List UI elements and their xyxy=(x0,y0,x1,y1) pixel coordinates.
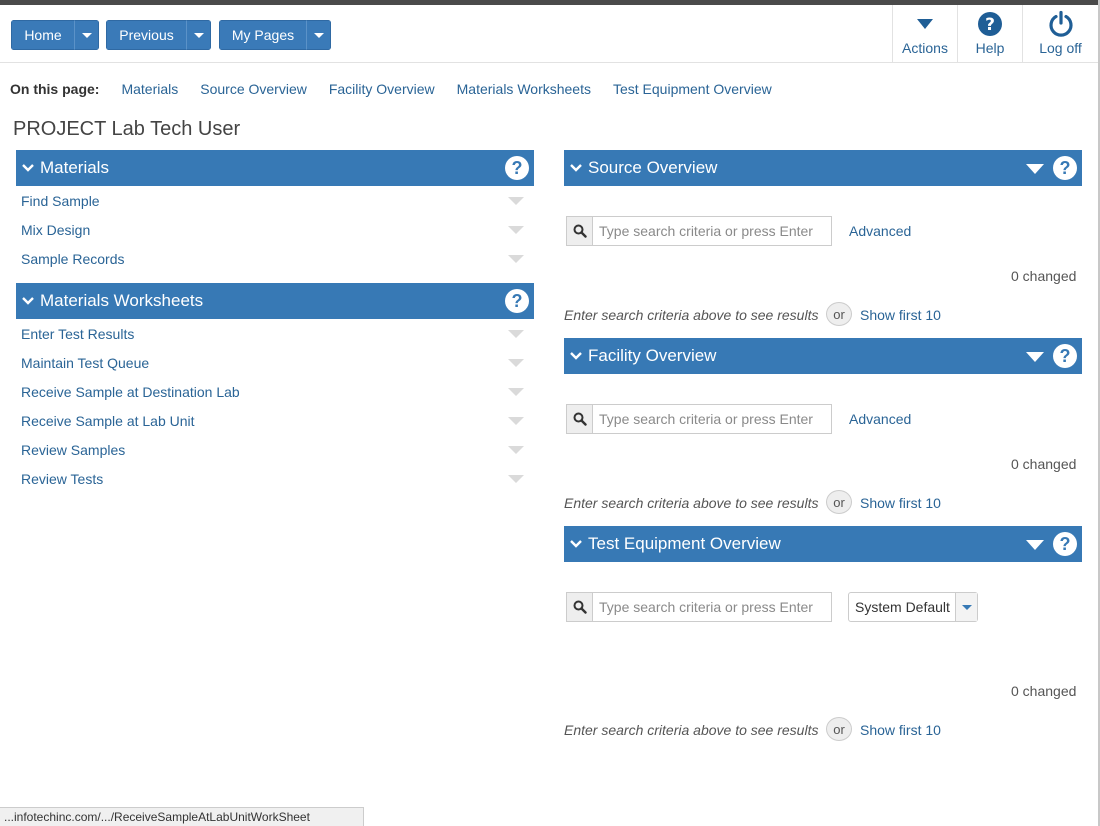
chevron-down-icon[interactable] xyxy=(508,197,524,205)
help-icon[interactable]: ? xyxy=(1053,344,1077,368)
test-equipment-show-first-10-link[interactable]: Show first 10 xyxy=(860,722,941,738)
select-value: System Default xyxy=(855,599,950,615)
help-icon[interactable]: ? xyxy=(1053,532,1077,556)
facility-hint-text: Enter search criteria above to see resul… xyxy=(564,495,819,511)
test-equipment-hint-text: Enter search criteria above to see resul… xyxy=(564,722,819,738)
chevron-down-icon xyxy=(22,164,34,172)
chevron-down-icon[interactable] xyxy=(508,446,524,454)
actions-caret-icon xyxy=(917,19,933,29)
help-tool[interactable]: ? Help xyxy=(957,5,1022,63)
menu-item-receive-sample-lab-unit[interactable]: Receive Sample at Lab Unit xyxy=(21,413,195,431)
previous-button-group[interactable]: Previous xyxy=(106,20,211,50)
chevron-down-icon[interactable] xyxy=(508,388,524,396)
chevron-down-icon[interactable] xyxy=(508,359,524,367)
chevron-down-icon xyxy=(313,32,324,38)
collapse-caret-icon[interactable] xyxy=(1026,540,1044,550)
test-equipment-or-badge: or xyxy=(826,717,852,741)
search-icon[interactable] xyxy=(567,593,593,621)
menu-item-review-samples[interactable]: Review Samples xyxy=(21,442,125,460)
source-show-first-10-link[interactable]: Show first 10 xyxy=(860,307,941,323)
menu-item-sample-records[interactable]: Sample Records xyxy=(21,251,125,269)
materials-worksheets-panel-header[interactable]: Materials Worksheets ? xyxy=(16,283,534,319)
jump-link-test-equipment-overview[interactable]: Test Equipment Overview xyxy=(613,81,772,97)
home-button[interactable]: Home xyxy=(11,20,74,50)
jump-link-source-overview[interactable]: Source Overview xyxy=(200,81,307,97)
collapse-caret-icon[interactable] xyxy=(1026,164,1044,174)
source-overview-panel-header[interactable]: Source Overview ? xyxy=(564,150,1082,186)
chevron-down-icon[interactable] xyxy=(508,417,524,425)
search-icon[interactable] xyxy=(567,405,593,433)
test-equipment-overview-panel-header[interactable]: Test Equipment Overview ? xyxy=(564,526,1082,562)
power-icon xyxy=(1048,10,1073,37)
jump-link-materials[interactable]: Materials xyxy=(121,81,178,97)
facility-changed-count: 0 changed xyxy=(1011,456,1077,472)
source-changed-count: 0 changed xyxy=(1011,268,1077,284)
materials-worksheets-panel-title: Materials Worksheets xyxy=(40,291,204,310)
on-this-page-nav: On this page: Materials Source Overview … xyxy=(10,80,794,98)
materials-panel-title: Materials xyxy=(40,158,109,177)
chevron-down-icon[interactable] xyxy=(508,330,524,338)
facility-overview-panel-header[interactable]: Facility Overview ? xyxy=(564,338,1082,374)
chevron-down-icon[interactable] xyxy=(508,255,524,263)
menu-item-review-tests[interactable]: Review Tests xyxy=(21,471,103,489)
actions-tool[interactable]: Actions xyxy=(892,5,957,63)
chevron-down-icon xyxy=(570,164,582,172)
facility-advanced-link[interactable]: Advanced xyxy=(849,411,911,427)
menu-item-maintain-test-queue[interactable]: Maintain Test Queue xyxy=(21,355,149,373)
chevron-down-icon[interactable] xyxy=(508,226,524,234)
facility-or-badge: or xyxy=(826,490,852,514)
source-hint-text: Enter search criteria above to see resul… xyxy=(564,307,819,323)
actions-label: Actions xyxy=(902,40,948,56)
help-icon[interactable]: ? xyxy=(1053,156,1077,180)
my-pages-button-group[interactable]: My Pages xyxy=(219,20,331,50)
source-search-box xyxy=(566,216,832,246)
menu-item-receive-sample-destination-lab[interactable]: Receive Sample at Destination Lab xyxy=(21,384,240,402)
test-equipment-overview-panel-title: Test Equipment Overview xyxy=(588,534,781,553)
chevron-down-icon xyxy=(570,540,582,548)
source-advanced-link[interactable]: Advanced xyxy=(849,223,911,239)
top-header: Home Previous My Pages Actions ? Help Lo… xyxy=(0,5,1098,63)
jump-link-facility-overview[interactable]: Facility Overview xyxy=(329,81,435,97)
chevron-down-icon xyxy=(22,297,34,305)
previous-button[interactable]: Previous xyxy=(106,20,186,50)
help-icon[interactable]: ? xyxy=(505,289,529,313)
facility-overview-panel-title: Facility Overview xyxy=(588,346,717,365)
chevron-down-icon xyxy=(193,32,204,38)
home-button-group[interactable]: Home xyxy=(11,20,99,50)
menu-item-mix-design[interactable]: Mix Design xyxy=(21,222,90,240)
test-equipment-view-select[interactable]: System Default xyxy=(848,592,978,622)
logoff-tool[interactable]: Log off xyxy=(1022,5,1098,63)
facility-search-input[interactable] xyxy=(593,405,831,433)
chevron-down-icon xyxy=(81,32,92,38)
previous-dropdown-toggle[interactable] xyxy=(186,20,211,50)
facility-search-box xyxy=(566,404,832,434)
help-label: Help xyxy=(975,40,1005,56)
source-overview-panel-title: Source Overview xyxy=(588,158,718,177)
menu-item-find-sample[interactable]: Find Sample xyxy=(21,193,100,211)
collapse-caret-icon[interactable] xyxy=(1026,352,1044,362)
status-bar-url: ...infotechinc.com/.../ReceiveSampleAtLa… xyxy=(0,807,364,826)
help-icon: ? xyxy=(978,12,1002,36)
help-icon[interactable]: ? xyxy=(505,156,529,180)
source-search-input[interactable] xyxy=(593,217,831,245)
on-this-page-title: On this page: xyxy=(10,81,100,97)
home-dropdown-toggle[interactable] xyxy=(74,20,99,50)
page-title: PROJECT Lab Tech User xyxy=(13,118,241,140)
test-equipment-search-input[interactable] xyxy=(593,593,831,621)
test-equipment-changed-count: 0 changed xyxy=(1011,683,1077,699)
my-pages-button[interactable]: My Pages xyxy=(219,20,306,50)
chevron-down-icon[interactable] xyxy=(508,475,524,483)
menu-item-enter-test-results[interactable]: Enter Test Results xyxy=(21,326,134,344)
chevron-down-icon xyxy=(570,352,582,360)
search-icon[interactable] xyxy=(567,217,593,245)
source-or-badge: or xyxy=(826,302,852,326)
my-pages-dropdown-toggle[interactable] xyxy=(306,20,331,50)
jump-link-materials-worksheets[interactable]: Materials Worksheets xyxy=(457,81,591,97)
facility-show-first-10-link[interactable]: Show first 10 xyxy=(860,495,941,511)
svg-text:?: ? xyxy=(985,15,995,35)
materials-panel-header[interactable]: Materials ? xyxy=(16,150,534,186)
test-equipment-search-box xyxy=(566,592,832,622)
chevron-down-icon[interactable] xyxy=(955,593,977,621)
logoff-label: Log off xyxy=(1039,40,1082,56)
